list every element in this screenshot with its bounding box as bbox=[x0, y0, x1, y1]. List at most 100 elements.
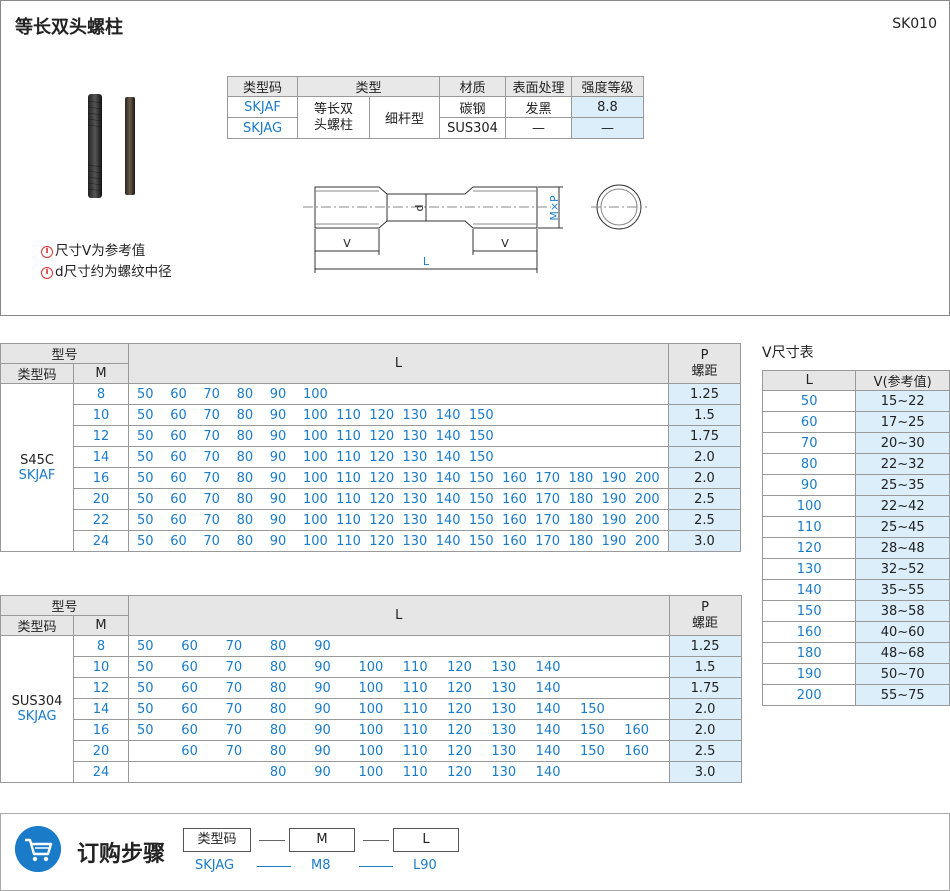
table-row: 100 22~42 bbox=[761, 495, 950, 517]
m-cell: 12 bbox=[73, 677, 129, 699]
l-value: 50 bbox=[137, 722, 154, 738]
l-value bbox=[635, 450, 668, 465]
l-value bbox=[137, 765, 181, 780]
spec-grade: 8.8 bbox=[571, 96, 644, 118]
v-l-cell: 100 bbox=[761, 495, 857, 517]
l-value: 140 bbox=[435, 470, 461, 486]
spec-subtype: 细杆型 bbox=[369, 96, 440, 139]
v-l-cell: 150 bbox=[761, 600, 857, 622]
l-value: 100 bbox=[302, 449, 328, 465]
l-value: 180 bbox=[568, 470, 594, 486]
l-value: 120 bbox=[369, 491, 395, 507]
v-value-cell: 28~48 bbox=[855, 537, 950, 559]
l-value bbox=[580, 660, 624, 675]
table-row: 120 28~48 bbox=[761, 537, 950, 559]
l-value: 150 bbox=[468, 449, 494, 465]
v-value-cell: 40~60 bbox=[855, 621, 950, 643]
table-row: 14 50 60 70 80 90 100 110 120 130 140 150 2.0 bbox=[1, 698, 742, 720]
l-value: 60 bbox=[181, 638, 198, 654]
l-value bbox=[358, 639, 402, 654]
v-value-cell: 32~52 bbox=[855, 558, 950, 580]
l-values-cell: 50 60 70 80 90 bbox=[128, 635, 670, 657]
l-value: 60 bbox=[181, 680, 198, 696]
l-value: 80 bbox=[269, 659, 287, 675]
order-box-l: L bbox=[393, 828, 459, 852]
l-value: 100 bbox=[358, 722, 384, 738]
table-row: 90 25~35 bbox=[761, 474, 950, 496]
l-values-cell: 50 60 70 80 90 100 bbox=[128, 383, 669, 405]
table-row: 24 50 60 70 80 90 100 110 120 130 140 150 160 170 180 1… bbox=[1, 530, 741, 552]
material-cell: SUS304 SKJAG bbox=[0, 635, 74, 783]
l-value: 200 bbox=[634, 512, 660, 528]
l-value: 50 bbox=[137, 449, 154, 465]
l-value bbox=[568, 429, 601, 444]
l-value: 60 bbox=[170, 533, 187, 549]
l-value: 90 bbox=[314, 680, 331, 696]
pitch-cell: 2.5 bbox=[668, 740, 742, 762]
l-value: 130 bbox=[402, 533, 428, 549]
l-values-cell: 50 60 70 80 90 100 110 120 130 140 bbox=[128, 677, 670, 699]
svg-text:L: L bbox=[423, 255, 430, 268]
l-value bbox=[635, 429, 668, 444]
l-value: 50 bbox=[137, 428, 154, 444]
l-value bbox=[624, 639, 668, 654]
l-value bbox=[491, 639, 535, 654]
l-value: 60 bbox=[170, 470, 187, 486]
note-item: i 尺寸V为参考值 bbox=[41, 241, 172, 262]
spec-surface: 发黑 bbox=[505, 96, 572, 118]
l-value: 170 bbox=[535, 470, 561, 486]
l-value: 90 bbox=[314, 722, 331, 738]
l-value: 100 bbox=[302, 470, 328, 486]
l-value bbox=[181, 765, 225, 780]
l-value: 120 bbox=[447, 680, 472, 696]
notes: i 尺寸V为参考值 i d尺寸约为螺纹中径 bbox=[41, 241, 172, 283]
l-values-cell: 50 60 70 80 90 100 110 120 130 140 150 bbox=[128, 404, 669, 426]
l-value: 200 bbox=[634, 533, 660, 549]
l-value bbox=[624, 765, 668, 780]
m-header: M bbox=[73, 615, 129, 636]
m-cell: 16 bbox=[73, 467, 129, 489]
l-value bbox=[535, 429, 568, 444]
l-values-cell: 50 60 70 80 90 100 110 120 130 140 150 bbox=[128, 698, 670, 720]
l-value: 50 bbox=[137, 407, 154, 423]
v-value-cell: 17~25 bbox=[855, 411, 950, 433]
svg-text:V: V bbox=[343, 237, 351, 250]
l-value: 60 bbox=[170, 386, 187, 402]
table-row: 140 35~55 bbox=[761, 579, 950, 601]
l-value bbox=[602, 450, 635, 465]
m-cell: 12 bbox=[73, 425, 129, 447]
v-l-cell: 90 bbox=[761, 474, 857, 496]
pitch-cell: 2.0 bbox=[668, 698, 742, 720]
spec-type: 等长双头螺柱 bbox=[297, 96, 370, 139]
pitch-cell: 2.5 bbox=[668, 488, 741, 510]
l-value: 200 bbox=[634, 470, 660, 486]
m-cell: 14 bbox=[73, 698, 129, 720]
l-value: 110 bbox=[336, 533, 361, 549]
l-value: 200 bbox=[634, 491, 660, 507]
l-value: 50 bbox=[137, 701, 154, 717]
l-value: 60 bbox=[170, 512, 187, 528]
cart-icon bbox=[15, 826, 61, 872]
spec-header: 强度等级 bbox=[571, 76, 644, 97]
l-value: 50 bbox=[137, 470, 154, 486]
l-value: 100 bbox=[302, 386, 328, 402]
pitch-cell: 1.75 bbox=[668, 677, 742, 699]
v-l-cell: 60 bbox=[761, 411, 857, 433]
l-value: 100 bbox=[358, 743, 384, 759]
table-row: 60 17~25 bbox=[761, 411, 950, 433]
l-value bbox=[635, 408, 668, 423]
sus304-size-table: 型号 L P 螺距 类型码 M SUS304 SKJAG 8 50 60 70 80 90 1.2… bbox=[0, 595, 742, 783]
v-l-cell: 180 bbox=[761, 642, 857, 664]
l-value: 110 bbox=[402, 743, 428, 759]
stud-drawing: V V L d M×P bbox=[303, 184, 647, 273]
order-dash bbox=[257, 866, 291, 867]
l-value bbox=[469, 387, 502, 402]
m-header: M bbox=[73, 363, 129, 384]
l-value: 120 bbox=[447, 743, 472, 759]
l-value: 50 bbox=[137, 491, 154, 507]
v-value-cell: 20~30 bbox=[855, 432, 950, 454]
order-connector bbox=[363, 840, 389, 841]
l-value bbox=[602, 429, 635, 444]
l-value: 190 bbox=[601, 491, 627, 507]
m-cell: 20 bbox=[73, 488, 129, 510]
